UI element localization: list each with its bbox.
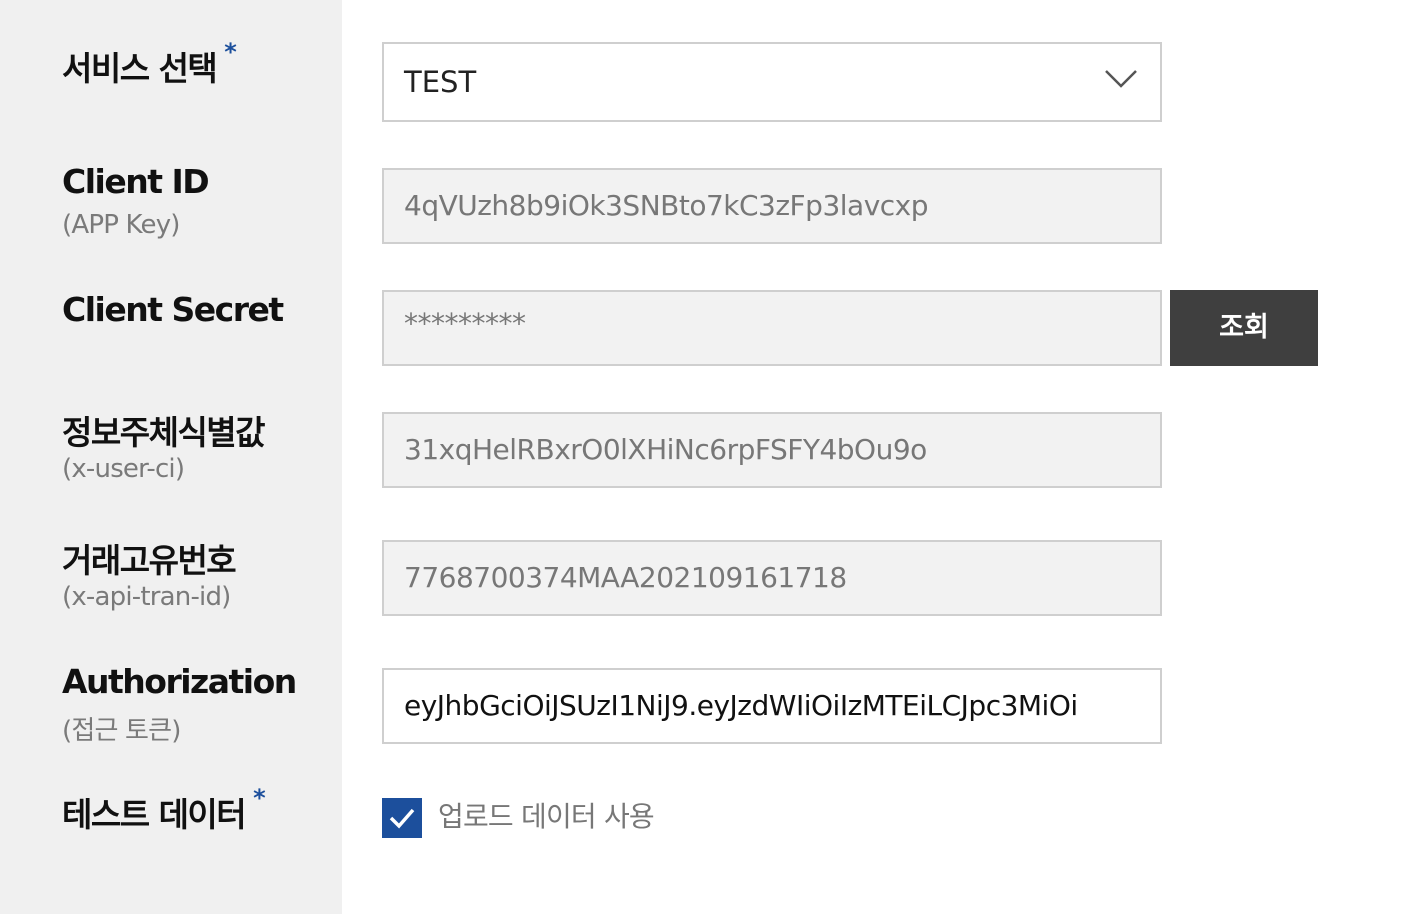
test-data-label: 테스트 데이터 * [62,784,266,836]
authorization-field[interactable]: eyJhbGciOiJSUzI1NiJ9.eyJzdWIiOiIzMTEiLCJ… [382,668,1162,744]
tran-id-sublabel: (x-api-tran-id) [62,582,231,612]
tran-id-value: 7768700374MAA202109161718 [404,561,847,594]
chevron-down-icon [1105,70,1137,88]
service-select[interactable]: TEST [382,42,1162,122]
test-data-label-text: 테스트 데이터 [62,795,247,834]
required-mark: * [253,784,266,812]
tran-id-field[interactable]: 7768700374MAA202109161718 [382,540,1162,616]
client-id-value: 4qVUzh8b9iOk3SNBto7kC3zFp3lavcxp [404,189,929,222]
checkmark-icon [389,808,415,829]
user-ci-label: 정보주체식별값 [62,413,266,452]
client-id-field[interactable]: 4qVUzh8b9iOk3SNBto7kC3zFp3lavcxp [382,168,1162,244]
user-ci-value: 31xqHelRBxrO0lXHiNc6rpFSFY4bOu9o [404,433,927,466]
lookup-button[interactable]: 조회 [1170,290,1318,366]
upload-data-checkbox[interactable] [382,798,422,838]
authorization-sublabel: (접근 토큰) [62,716,181,746]
client-secret-value: ********* [404,307,526,340]
service-label-text: 서비스 선택 [62,49,218,88]
tran-id-label: 거래고유번호 [62,541,237,580]
user-ci-field[interactable]: 31xqHelRBxrO0lXHiNc6rpFSFY4bOu9o [382,412,1162,488]
upload-data-checkbox-label[interactable]: 업로드 데이터 사용 [438,798,655,836]
service-label: 서비스 선택 * [62,38,237,90]
client-secret-field[interactable]: ********* [382,290,1162,366]
required-mark: * [224,38,237,66]
client-secret-label: Client Secret [62,290,284,329]
authorization-label: Authorization [62,662,297,701]
user-ci-sublabel: (x-user-ci) [62,454,185,484]
authorization-value: eyJhbGciOiJSUzI1NiJ9.eyJzdWIiOiIzMTEiLCJ… [404,689,1078,722]
client-id-sublabel: (APP Key) [62,210,180,240]
client-id-label: Client ID [62,162,210,201]
service-selected-value: TEST [404,65,477,99]
